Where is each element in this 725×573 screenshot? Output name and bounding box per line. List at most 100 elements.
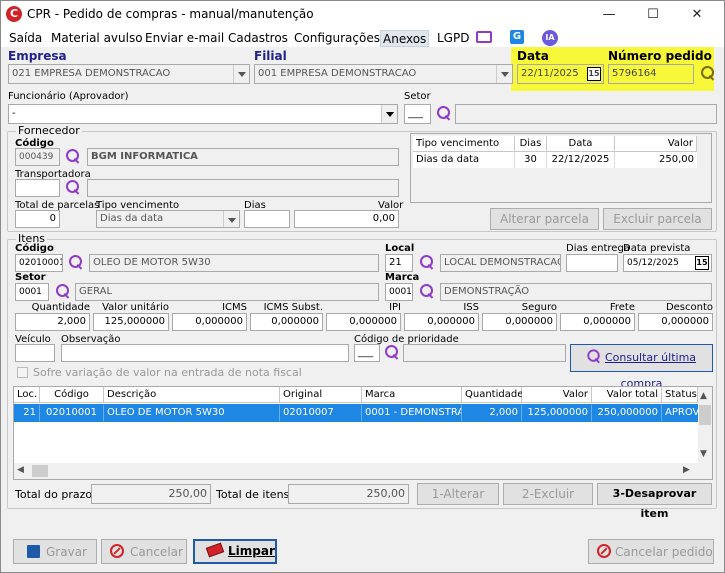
fornecedor-codigo-field[interactable]: 000439 (15, 148, 60, 166)
parcela-cell-valor[interactable]: 250,00 (615, 152, 697, 168)
valor-unitario-field[interactable]: 125,000000 (93, 313, 169, 331)
monitor-icon[interactable] (476, 31, 492, 43)
search-icon[interactable] (418, 283, 436, 301)
parcela-cell-data[interactable]: 22/12/2025 (547, 152, 615, 168)
scrollbar-thumb[interactable] (32, 465, 48, 477)
search-icon[interactable] (67, 254, 85, 272)
col-valor-total[interactable]: Valor total (592, 387, 662, 403)
search-icon[interactable] (64, 148, 82, 166)
parcela-cell-tipo[interactable]: Dias da data (413, 152, 515, 168)
excluir-parcela-button[interactable]: Excluir parcela (603, 208, 712, 230)
codigo-prioridade-field[interactable]: ___ (354, 344, 380, 362)
local-code-field[interactable]: 21 (385, 254, 413, 272)
minimize-button[interactable]: — (593, 1, 625, 29)
seguro-field[interactable]: 0,000000 (482, 313, 557, 331)
total-parcelas-field[interactable]: 0 (15, 210, 60, 228)
row-cell-quantidade: 2,000 (462, 405, 522, 421)
menu-configuracoes[interactable]: Configurações (292, 30, 382, 47)
icms-field[interactable]: 0,000000 (172, 313, 247, 331)
alterar-item-button[interactable]: 1-Alterar (417, 483, 499, 505)
quantidade-field[interactable]: 2,000 (15, 313, 90, 331)
consultar-ultima-compra-button[interactable]: Consultar última compra (570, 344, 713, 390)
col-tipo-vencimento[interactable]: Tipo vencimento (413, 136, 515, 152)
valor-field[interactable]: 0,00 (294, 210, 399, 228)
search-icon[interactable] (699, 65, 717, 83)
calendar-icon[interactable]: 15 (587, 67, 601, 81)
chevron-up-icon[interactable]: ▲ (700, 391, 707, 401)
numero-pedido-field[interactable]: 5796164 (608, 64, 694, 84)
chevron-down-icon[interactable] (381, 105, 397, 123)
menu-material-avulso[interactable]: Material avulso (49, 30, 145, 47)
search-icon[interactable] (54, 283, 72, 301)
chevron-down-icon[interactable]: ▼ (700, 449, 707, 459)
chevron-down-icon[interactable] (233, 65, 249, 83)
itens-table[interactable]: Loc. Código Descrição Original Marca Qua… (13, 386, 713, 480)
data-field[interactable]: 22/11/2025 15 (517, 64, 604, 84)
desaprovar-item-button[interactable]: 3-Desaprovar item (597, 483, 712, 520)
col-loc[interactable]: Loc. (14, 387, 40, 403)
parcelas-table[interactable]: Tipo vencimento Dias Data Valor Dias da … (410, 133, 712, 203)
chevron-down-icon[interactable] (223, 211, 239, 227)
item-codigo-field[interactable]: 02010001 (15, 254, 63, 272)
search-icon[interactable] (64, 179, 82, 197)
table-row[interactable]: 21 02010001 OLEO DE MOTOR 5W30 02010007 … (14, 404, 698, 422)
menu-enviar-email[interactable]: Enviar e-mail (143, 30, 226, 47)
search-icon[interactable] (435, 105, 453, 123)
chevron-down-icon[interactable] (496, 65, 512, 83)
menu-lgpd[interactable]: LGPD (435, 30, 471, 47)
vertical-scrollbar[interactable]: ▲ ▼ (698, 387, 712, 463)
frete-field[interactable]: 0,000000 (560, 313, 635, 331)
transportadora-code-field[interactable] (15, 179, 60, 197)
col-valor[interactable]: Valor (615, 136, 697, 152)
menu-anexos[interactable]: Anexos (380, 30, 430, 47)
cancelar-button[interactable]: Cancelar (101, 539, 187, 564)
icms-subst-field[interactable]: 0,000000 (250, 313, 323, 331)
menu-saida[interactable]: Saída (7, 30, 44, 47)
data-prevista-field[interactable]: 05/12/2025 15 (623, 254, 712, 272)
marca-code-field[interactable]: 0001 (385, 283, 413, 301)
close-button[interactable]: ✕ (681, 1, 713, 29)
menu-cadastros[interactable]: Cadastros (226, 30, 290, 47)
col-status[interactable]: Status (662, 387, 698, 403)
setor-code-field[interactable]: ___ (404, 104, 431, 124)
g-app-icon[interactable]: G (510, 30, 524, 44)
icms-label: ICMS (222, 302, 247, 313)
observacao-field[interactable] (61, 344, 349, 362)
chevron-right-icon[interactable]: ▶ (683, 465, 690, 475)
cancelar-pedido-button[interactable]: Cancelar pedido (588, 539, 714, 564)
col-data[interactable]: Data (547, 136, 615, 152)
parcela-cell-dias[interactable]: 30 (515, 152, 547, 168)
col-codigo[interactable]: Código (40, 387, 104, 403)
chevron-left-icon[interactable]: ◀ (17, 465, 24, 475)
ia-icon[interactable]: IA (542, 30, 558, 46)
funcionario-select[interactable]: - (8, 104, 398, 124)
scrollbar-thumb[interactable] (699, 405, 711, 425)
horizontal-scrollbar[interactable]: ◀ ▶ (14, 463, 712, 479)
item-setor-code-field[interactable]: 0001 (15, 283, 49, 301)
filial-select[interactable]: 001 EMPRESA DEMONSTRACAO (254, 64, 513, 84)
limpar-button[interactable]: Limpar (193, 539, 277, 564)
desconto-field[interactable]: 0,000000 (638, 313, 713, 331)
col-marca[interactable]: Marca (362, 387, 462, 403)
maximize-button[interactable]: ☐ (637, 1, 669, 29)
empresa-select[interactable]: 021 EMPRESA DEMONSTRACAO (8, 64, 250, 84)
veiculo-field[interactable] (15, 344, 55, 362)
iss-field[interactable]: 0,000000 (404, 313, 479, 331)
search-icon[interactable] (383, 344, 401, 362)
col-quantidade[interactable]: Quantidade (462, 387, 523, 403)
sofre-variacao-checkbox[interactable] (17, 367, 28, 378)
gravar-button[interactable]: Gravar (13, 539, 97, 564)
ipi-label: IPI (389, 302, 401, 313)
calendar-icon[interactable]: 15 (695, 256, 709, 270)
col-dias[interactable]: Dias (515, 136, 547, 152)
excluir-item-button[interactable]: 2-Excluir (503, 483, 593, 505)
search-icon[interactable] (418, 254, 436, 272)
col-valor-unitario[interactable]: Valor unitário (522, 387, 592, 415)
dias-entrega-field[interactable] (566, 254, 618, 272)
col-original[interactable]: Original (280, 387, 362, 403)
col-descricao[interactable]: Descrição (104, 387, 280, 403)
tipo-vencimento-select[interactable]: Dias da data (96, 210, 240, 228)
ipi-field[interactable]: 0,000000 (326, 313, 401, 331)
dias-field[interactable] (244, 210, 290, 228)
alterar-parcela-button[interactable]: Alterar parcela (490, 208, 599, 230)
